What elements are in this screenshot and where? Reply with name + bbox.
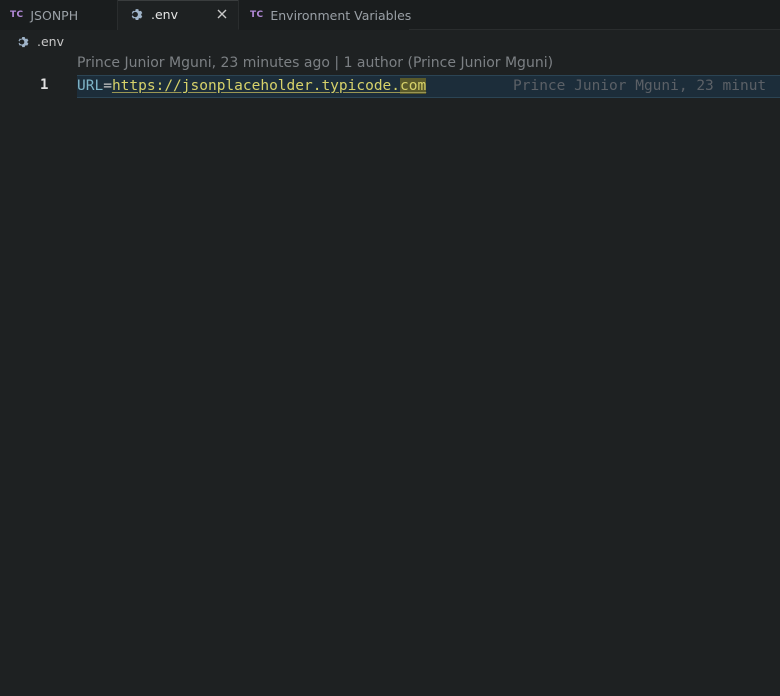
inline-blame-annotation: Prince Junior Mguni, 23 minut	[513, 78, 767, 94]
tab-label: Environment Variables	[270, 7, 412, 23]
line-number: 1	[40, 77, 49, 93]
breadcrumb-file-label: .env	[37, 34, 64, 49]
typescript-config-icon: TC	[250, 10, 264, 20]
gear-icon	[18, 36, 29, 47]
word-highlight[interactable]: com	[400, 78, 427, 94]
codelens-authors[interactable]: 1 author (Prince Junior Mguni)	[344, 55, 553, 71]
env-key: URL	[77, 78, 104, 94]
codelens-author-time[interactable]: Prince Junior Mguni, 23 minutes ago	[77, 55, 330, 71]
codelens-separator: |	[334, 55, 340, 71]
close-icon[interactable]	[215, 7, 229, 21]
env-equals: =	[103, 78, 112, 94]
tab-bar: TC JSONPH .env TC Environment Variables	[0, 0, 780, 30]
git-blame-codelens[interactable]: Prince Junior Mguni, 23 minutes ago | 1 …	[77, 55, 553, 71]
code-line[interactable]: URL=https://jsonplaceholder.typicode.com	[77, 77, 427, 96]
tab-label: JSONPH	[30, 7, 79, 23]
tab-label: .env	[151, 7, 178, 22]
env-value-link[interactable]: https://jsonplaceholder.typicode.	[112, 78, 400, 94]
tab-jsonph[interactable]: TC JSONPH	[0, 0, 118, 30]
breadcrumb[interactable]: .env	[0, 30, 780, 53]
tab-environment-variables[interactable]: TC Environment Variables	[239, 0, 412, 30]
gear-icon	[131, 9, 143, 21]
typescript-config-icon: TC	[10, 10, 24, 20]
tab-env[interactable]: .env	[118, 0, 239, 30]
